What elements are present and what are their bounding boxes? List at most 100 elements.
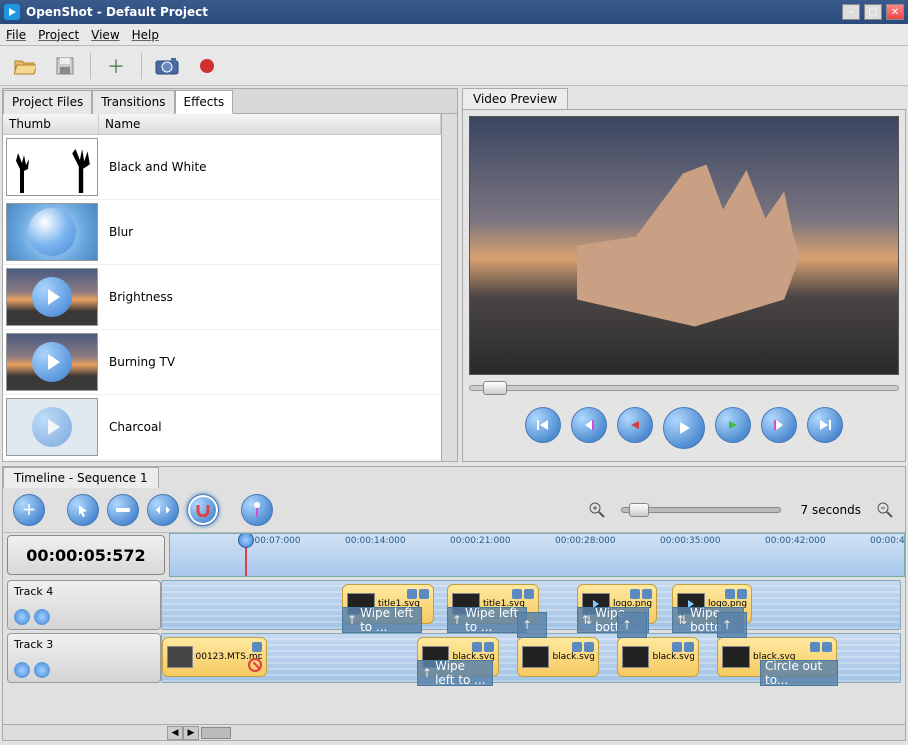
window-title: OpenShot - Default Project (26, 5, 208, 19)
menu-view[interactable]: View (91, 28, 119, 42)
seek-end-button[interactable] (807, 407, 843, 443)
rewind-button[interactable] (617, 407, 653, 443)
effect-thumb-icon (6, 333, 98, 391)
tab-timeline[interactable]: Timeline - Sequence 1 (3, 467, 159, 488)
next-marker-button[interactable] (761, 407, 797, 443)
effect-item[interactable]: Black and White (3, 135, 441, 200)
clip-thumb-icon (522, 646, 549, 668)
scroll-thumb[interactable] (201, 727, 231, 739)
scroll-left-button[interactable]: ◀ (167, 726, 183, 740)
track-body[interactable]: 00123.MTS.mp4 black.svg ↑Wipe left to ..… (161, 633, 901, 683)
ruler-mark: 00:00:14:000 (345, 536, 406, 546)
add-marker-button[interactable] (241, 494, 273, 526)
menu-project[interactable]: Project (38, 28, 79, 42)
effect-item[interactable]: Charcoal (3, 395, 441, 460)
add-track-button[interactable]: ＋ (13, 494, 45, 526)
effect-name: Brightness (101, 290, 173, 304)
timecode-display: 00:00:05:572 (7, 535, 165, 575)
track-audio-icon[interactable] (34, 609, 50, 625)
minimize-button[interactable]: – (842, 4, 860, 20)
effect-thumb-icon (6, 138, 98, 196)
effect-thumb-icon (6, 203, 98, 261)
effect-name: Burning TV (101, 355, 175, 369)
save-button[interactable] (50, 51, 80, 81)
ruler-mark: 00:00:35:000 (660, 536, 721, 546)
col-thumb[interactable]: Thumb (3, 114, 99, 134)
effect-item[interactable]: Blur (3, 200, 441, 265)
col-name[interactable]: Name (99, 114, 441, 134)
preview-panel: Video Preview (462, 88, 906, 462)
effect-item[interactable]: Burning TV (3, 330, 441, 395)
clip-label: black.svg (652, 652, 694, 662)
maximize-button[interactable]: ▢ (864, 4, 882, 20)
record-button[interactable] (192, 51, 222, 81)
zoom-out-button[interactable] (875, 500, 895, 520)
video-preview[interactable] (469, 116, 899, 375)
scroll-right-button[interactable]: ▶ (183, 726, 199, 740)
playhead[interactable] (245, 534, 247, 577)
track-row: Track 4 title1.svg ↑Wipe left to ... tit… (7, 580, 901, 630)
track-visible-icon[interactable] (14, 609, 30, 625)
ruler-mark: 00:00:21:000 (450, 536, 511, 546)
fastforward-button[interactable] (715, 407, 751, 443)
clip[interactable]: 00123.MTS.mp4 (162, 637, 267, 677)
effects-header: Thumb Name (3, 114, 441, 135)
snapshot-button[interactable] (152, 51, 182, 81)
transition[interactable]: ↑ (517, 612, 547, 638)
select-tool-button[interactable] (67, 494, 99, 526)
track-audio-icon[interactable] (34, 662, 50, 678)
transition[interactable]: Circle out to... (760, 660, 838, 686)
tab-effects[interactable]: Effects (175, 90, 234, 114)
effect-thumb-icon (6, 268, 98, 326)
tab-video-preview[interactable]: Video Preview (462, 88, 568, 109)
ruler-mark: 00:00:42:000 (765, 536, 826, 546)
tab-transitions[interactable]: Transitions (92, 90, 174, 114)
timeline-panel: Timeline - Sequence 1 ＋ 7 seconds 00:00:… (2, 466, 906, 741)
ruler-mark: 00:00:28:000 (555, 536, 616, 546)
menu-file[interactable]: File (6, 28, 26, 42)
timeline-hscrollbar[interactable]: ◀ ▶ (3, 724, 905, 740)
titlebar: OpenShot - Default Project – ▢ ✕ (0, 0, 908, 24)
effects-scrollbar[interactable] (441, 114, 457, 461)
transition[interactable]: ↑Wipe left to ... (342, 607, 422, 633)
zoom-label: 7 seconds (801, 503, 862, 517)
effect-thumb-icon (6, 398, 98, 456)
resize-tool-button[interactable] (147, 494, 179, 526)
open-button[interactable] (10, 51, 40, 81)
clip-label: black.svg (552, 652, 594, 662)
preview-seek-slider[interactable] (469, 385, 899, 391)
transition[interactable]: ↑Wipe left to ... (417, 660, 493, 686)
clip-thumb-icon (167, 646, 193, 668)
transition[interactable]: ↑ (617, 612, 647, 638)
razor-tool-button[interactable] (107, 494, 139, 526)
effects-list[interactable]: Black and White Blur Brightness Burning … (3, 135, 441, 461)
timeline-ruler[interactable]: 00:00:07:000 00:00:14:000 00:00:21:000 0… (169, 533, 905, 577)
transition[interactable]: ↑Wipe left to ... (447, 607, 527, 633)
zoom-slider[interactable] (621, 507, 781, 513)
transition[interactable]: ↑ (717, 612, 747, 638)
tab-project-files[interactable]: Project Files (3, 90, 92, 114)
import-button[interactable]: ＋ (101, 51, 131, 81)
zoom-in-button[interactable] (587, 500, 607, 520)
clip-thumb-icon (622, 646, 649, 668)
preview-controls (469, 401, 899, 455)
snap-tool-button[interactable] (187, 494, 219, 526)
effect-name: Black and White (101, 160, 207, 174)
track-visible-icon[interactable] (14, 662, 30, 678)
prev-marker-button[interactable] (571, 407, 607, 443)
effect-item[interactable]: Brightness (3, 265, 441, 330)
track-name: Track 4 (14, 585, 154, 598)
timeline-toolbar: ＋ 7 seconds (3, 488, 905, 533)
effect-name: Blur (101, 225, 133, 239)
seek-start-button[interactable] (525, 407, 561, 443)
assets-panel: Project Files Transitions Effects Thumb … (2, 88, 458, 462)
menu-help[interactable]: Help (132, 28, 159, 42)
track-header[interactable]: Track 3 (7, 633, 161, 683)
track-header[interactable]: Track 4 (7, 580, 161, 630)
forbid-icon (248, 658, 262, 672)
play-button[interactable] (663, 407, 705, 449)
close-button[interactable]: ✕ (886, 4, 904, 20)
clip[interactable]: black.svg (617, 637, 699, 677)
track-name: Track 3 (14, 638, 154, 651)
clip[interactable]: black.svg (517, 637, 599, 677)
